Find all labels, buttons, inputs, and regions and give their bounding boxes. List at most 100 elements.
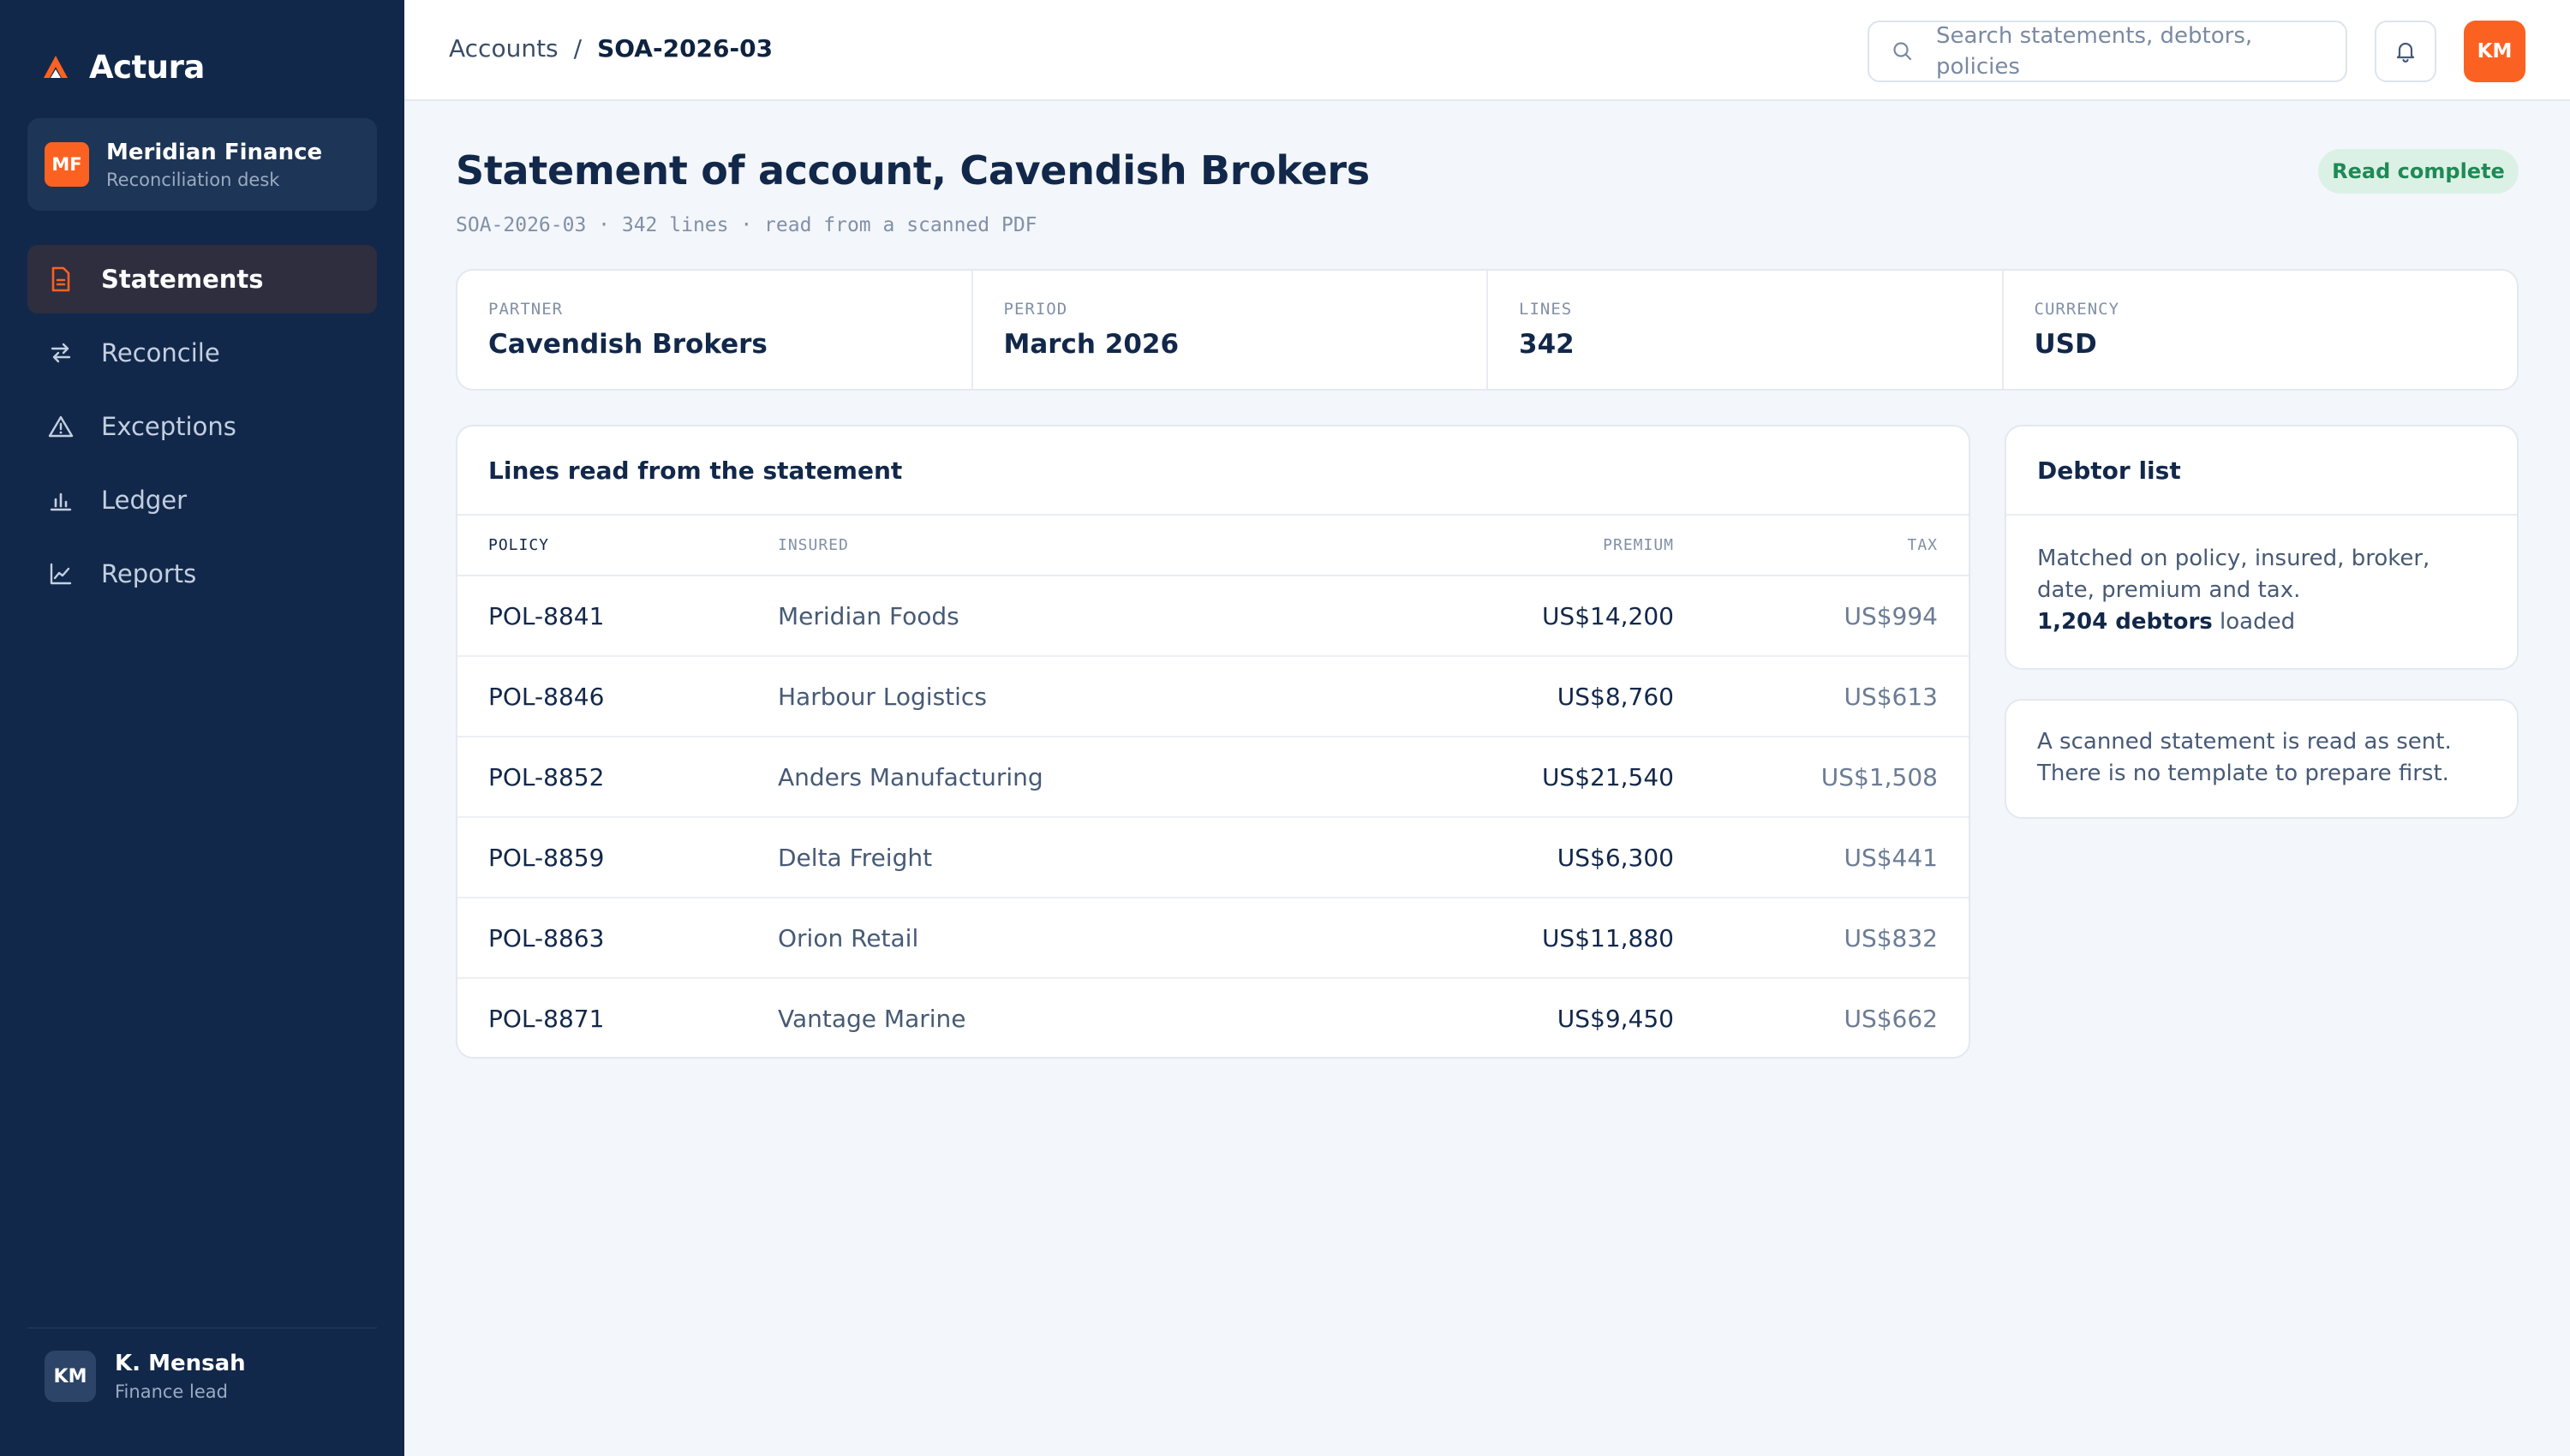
summary-period: PERIOD March 2026 [973, 271, 1488, 389]
cell-tax: US$662 [1844, 1005, 1938, 1033]
cell-premium: US$11,880 [1374, 898, 1674, 979]
breadcrumb-separator: / [573, 34, 583, 63]
summary-currency: CURRENCY USD [2004, 271, 2518, 389]
sidebar-item-reports[interactable]: Reports [27, 540, 377, 608]
summary-value: USD [2034, 329, 2097, 360]
status-badge: Read complete [2318, 149, 2519, 194]
page-title: Statement of account, Cavendish Brokers [456, 147, 1370, 194]
table-row[interactable]: POL-8846 Harbour Logistics US$8,760 US$6… [457, 656, 1969, 737]
lines-card: Lines read from the statement POLICY INS… [456, 425, 1970, 1059]
column-header-premium[interactable]: PREMIUM [1374, 516, 1674, 576]
org-switcher[interactable]: MF Meridian Finance Reconciliation desk [27, 118, 377, 211]
cell-premium: US$14,200 [1374, 576, 1674, 657]
page-meta: SOA-2026-03 · 342 lines · read from a sc… [456, 214, 1037, 236]
summary-label: PERIOD [1003, 300, 1068, 319]
cell-insured: Harbour Logistics [778, 656, 1374, 737]
cell-insured: Meridian Foods [778, 576, 1374, 657]
cell-tax: US$832 [1674, 898, 1969, 979]
cell-premium: US$6,300 [1374, 817, 1674, 898]
cell-policy: POL-8846 [457, 656, 778, 737]
column-header-policy[interactable]: POLICY [457, 516, 778, 576]
sidebar-item-reconcile[interactable]: Reconcile [27, 319, 377, 387]
sidebar-item-exceptions[interactable]: Exceptions [27, 392, 377, 461]
breadcrumb-accounts-link[interactable]: Accounts [449, 34, 559, 63]
table-header-row: POLICY INSURED PREMIUM TAX [457, 516, 1969, 576]
column-header-insured[interactable]: INSURED [778, 516, 1374, 576]
avatar[interactable]: KM [2464, 21, 2525, 82]
cell-premium: US$8,760 [1374, 656, 1674, 737]
org-subtitle: Reconciliation desk [106, 169, 280, 190]
debtor-count-suffix: loaded [2212, 609, 2296, 635]
summary-value: March 2026 [1003, 329, 1180, 360]
table-row[interactable]: POL-8871 Vantage Marine US$9,450 US$662 [457, 978, 1969, 1057]
statement-summary: PARTNER Cavendish Brokers PERIOD March 2… [456, 269, 2519, 391]
cell-policy: POL-8841 [457, 576, 778, 657]
org-avatar: MF [45, 142, 89, 187]
search-box[interactable]: Search statements, debtors, policies [1868, 21, 2347, 82]
column-header-tax[interactable]: TAX [1674, 516, 1969, 576]
debtor-description: Matched on policy, insured, broker, date… [2037, 546, 2430, 603]
lines-table: POLICY INSURED PREMIUM TAX POL-8841 Meri… [457, 516, 1969, 1057]
debtor-card-body: Matched on policy, insured, broker, date… [2006, 516, 2517, 638]
summary-partner: PARTNER Cavendish Brokers [457, 271, 973, 389]
sidebar-item-label: Reports [101, 559, 197, 588]
debtor-list-card: Debtor list Matched on policy, insured, … [2005, 425, 2519, 670]
search-input[interactable]: Search statements, debtors, policies [1936, 21, 2296, 82]
cell-tax: US$613 [1674, 656, 1969, 737]
cell-tax: US$994 [1674, 576, 1969, 657]
debtor-count-line: 1,204 debtors loaded [2037, 606, 2486, 638]
cell-policy: POL-8852 [457, 737, 778, 818]
debtor-card-title: Debtor list [2006, 427, 2517, 516]
topbar: Accounts / SOA-2026-03 Search statements… [404, 0, 2570, 101]
summary-label: LINES [1519, 300, 1573, 319]
summary-label: CURRENCY [2034, 300, 2120, 319]
summary-value: Cavendish Brokers [488, 329, 768, 360]
breadcrumb-current: SOA-2026-03 [597, 34, 774, 63]
cell-policy: POL-8871 [488, 1005, 605, 1033]
sidebar-item-label: Statements [101, 265, 264, 294]
bar-chart-icon [46, 486, 75, 515]
bell-icon [2396, 42, 2415, 63]
warning-triangle-icon [46, 412, 75, 441]
summary-value: 342 [1519, 329, 1575, 360]
sidebar: Actura MF Meridian Finance Reconciliatio… [0, 0, 404, 1456]
search-icon [1893, 42, 1912, 61]
lines-card-title: Lines read from the statement [457, 427, 1969, 516]
sidebar-item-statements[interactable]: Statements [27, 245, 377, 313]
line-chart-icon [46, 559, 75, 588]
arrows-swap-icon [46, 338, 75, 367]
summary-label: PARTNER [488, 300, 564, 319]
summary-lines: LINES 342 [1488, 271, 2004, 389]
org-name: Meridian Finance [106, 139, 323, 165]
user-role: Finance lead [115, 1381, 228, 1402]
brand-name: Actura [89, 48, 205, 86]
notifications-button[interactable] [2375, 21, 2436, 82]
cell-insured: Orion Retail [778, 898, 1374, 979]
info-note-card: A scanned statement is read as sent. The… [2005, 699, 2519, 819]
actura-logo-icon [44, 56, 68, 78]
breadcrumb: Accounts / SOA-2026-03 [449, 34, 773, 63]
user-name: K. Mensah [115, 1351, 246, 1376]
debtor-count: 1,204 debtors [2037, 609, 2213, 635]
cell-insured: Vantage Marine [778, 1005, 966, 1033]
cell-policy: POL-8863 [457, 898, 778, 979]
cell-policy: POL-8859 [457, 817, 778, 898]
sidebar-item-label: Exceptions [101, 412, 236, 441]
table-row[interactable]: POL-8859 Delta Freight US$6,300 US$441 [457, 817, 1969, 898]
cell-tax: US$1,508 [1674, 737, 1969, 818]
sidebar-item-label: Reconcile [101, 338, 220, 367]
table-row[interactable]: POL-8863 Orion Retail US$11,880 US$832 [457, 898, 1969, 979]
sidebar-nav: Statements Reconcile Exceptions Ledger R… [27, 245, 377, 613]
cell-premium: US$21,540 [1374, 737, 1674, 818]
user-profile[interactable]: KM K. Mensah Finance lead [45, 1351, 246, 1402]
sidebar-footer: KM K. Mensah Finance lead [27, 1328, 377, 1456]
cell-insured: Delta Freight [778, 817, 1374, 898]
cell-insured: Anders Manufacturing [778, 737, 1374, 818]
avatar: KM [45, 1351, 96, 1402]
table-row[interactable]: POL-8852 Anders Manufacturing US$21,540 … [457, 737, 1969, 818]
sidebar-item-label: Ledger [101, 486, 188, 515]
table-row[interactable]: POL-8841 Meridian Foods US$14,200 US$994 [457, 576, 1969, 657]
brand[interactable]: Actura [41, 45, 205, 89]
sidebar-item-ledger[interactable]: Ledger [27, 466, 377, 534]
note-line-1: A scanned statement is read as sent. [2037, 729, 2452, 755]
